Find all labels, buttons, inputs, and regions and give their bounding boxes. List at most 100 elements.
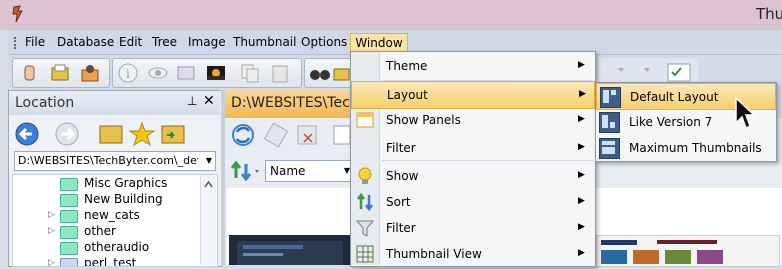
menu-item-label: Theme <box>386 59 428 73</box>
menu-item-show[interactable]: Show ▶ <box>351 163 593 189</box>
submenu-item-label: Like Version 7 <box>629 115 713 129</box>
menu-edit[interactable]: Edit <box>116 35 145 49</box>
folder-icon <box>60 194 78 207</box>
tree-item[interactable]: ▷ other <box>13 224 203 240</box>
copy-icon[interactable] <box>239 62 261 84</box>
submenu-arrow-icon: ▶ <box>579 89 586 99</box>
menu-thumbnail[interactable]: Thumbnail <box>230 35 299 49</box>
sort-field-value: Name <box>270 164 306 178</box>
submenu-item-label: Maximum Thumbnails <box>629 141 762 155</box>
menu-item-label: Thumbnail View <box>386 247 482 261</box>
menu-item-label: Sort <box>386 195 411 209</box>
menu-item-label: Filter <box>386 221 416 235</box>
pin-icon[interactable]: ⊥ <box>187 94 197 108</box>
menu-item-label: Layout <box>387 88 428 102</box>
menu-item-thumbnail-view[interactable]: Thumbnail View ▶ <box>351 241 593 267</box>
menu-file[interactable]: File <box>22 35 48 49</box>
funnel-icon <box>355 219 375 237</box>
grid-icon <box>356 245 374 263</box>
expand-icon[interactable]: ▷ <box>48 258 55 266</box>
path-combobox[interactable]: D:\WEBSITES\TechByter.com\_develc ▼ <box>14 151 216 171</box>
expand-icon[interactable]: ▷ <box>48 226 55 236</box>
tree-item-label: New Building <box>84 192 163 206</box>
app-icon <box>10 5 26 23</box>
menu-item-sort[interactable]: Sort ▶ <box>351 189 593 215</box>
hand-icon[interactable] <box>19 62 41 84</box>
tree-item-label: other <box>84 224 116 238</box>
landscape-icon[interactable] <box>205 62 227 84</box>
tree-item[interactable]: otheraudio <box>13 240 203 256</box>
menu-item-theme[interactable]: Theme ▶ <box>351 53 593 79</box>
menu-item-show-panels[interactable]: Show Panels ▶ <box>351 107 593 133</box>
menu-item-layout[interactable]: Layout ▶ <box>351 81 595 109</box>
toolbar-group-2: i <box>112 58 302 88</box>
menu-grip[interactable] <box>14 37 18 49</box>
menu-image[interactable]: Image <box>185 35 229 49</box>
svg-text:i: i <box>126 67 130 81</box>
window-title: Thu <box>756 5 782 23</box>
tree-item[interactable]: New Building <box>13 192 203 208</box>
submenu-arrow-icon: ▶ <box>578 222 585 232</box>
folder-icon <box>60 258 78 266</box>
lightbulb-icon <box>356 167 374 185</box>
submenu-arrow-icon: ▶ <box>578 170 585 180</box>
submenu-arrow-icon: ▶ <box>578 196 585 206</box>
tree-scrollbar[interactable] <box>200 175 216 265</box>
menu-item-label: Show <box>386 169 419 183</box>
submenu-arrow-icon: ▶ <box>578 248 585 258</box>
layout-icon <box>600 87 621 108</box>
folder-tab-label: D:\WEBSITES\TechB <box>231 95 353 111</box>
menu-database[interactable]: Database <box>54 35 117 49</box>
sort-field-select[interactable]: Name ▼ <box>265 160 355 182</box>
submenu-item-label: Default Layout <box>630 90 719 104</box>
submenu-arrow-icon: ▶ <box>578 142 585 152</box>
thumbnail[interactable] <box>229 235 351 265</box>
tree-item[interactable]: Misc Graphics <box>13 176 203 192</box>
expand-icon[interactable]: ▷ <box>48 210 55 220</box>
folder-tree: Misc Graphics New Building ▷ new_cats ▷ … <box>12 174 218 267</box>
mouse-cursor-icon <box>735 96 757 131</box>
submenu-arrow-icon: ▶ <box>578 114 585 124</box>
tree-item[interactable]: ▷ perl_test <box>13 256 203 267</box>
submenu-arrow-icon: ▶ <box>578 60 585 70</box>
menu-item-label: Show Panels <box>386 113 461 127</box>
menu-item-filter-2[interactable]: Filter ▶ <box>351 215 593 241</box>
tree-item-label: otheraudio <box>84 240 150 254</box>
menu-tree[interactable]: Tree <box>149 35 180 49</box>
location-toolbar <box>12 120 218 150</box>
close-icon[interactable]: ✕ <box>203 93 215 109</box>
tree-item[interactable]: ▷ new_cats <box>13 208 203 224</box>
paste-icon[interactable] <box>269 62 291 84</box>
title-bar <box>0 0 782 30</box>
thumbnail-toolbar <box>228 120 353 150</box>
folders-icon[interactable] <box>49 62 71 84</box>
panel-icon <box>356 111 374 129</box>
folder-icon <box>60 178 78 191</box>
tree-item-label: Misc Graphics <box>84 176 168 190</box>
layout-icon <box>599 138 620 159</box>
chevron-down-icon[interactable]: ▼ <box>206 152 212 170</box>
eye-icon[interactable] <box>147 62 169 84</box>
submenu-item-maximum-thumbnails[interactable]: Maximum Thumbnails <box>596 135 774 160</box>
menu-separator <box>382 160 593 161</box>
menu-options[interactable]: Options <box>298 35 350 49</box>
layout-icon <box>599 112 620 133</box>
tree-item-label: new_cats <box>84 208 140 222</box>
location-panel-title: Location <box>15 95 75 111</box>
binoculars-icon[interactable] <box>309 62 331 84</box>
tree-item-label: perl_test <box>84 256 137 267</box>
folder-icon <box>60 242 78 255</box>
menu-item-filter[interactable]: Filter ▶ <box>351 135 593 161</box>
sort-icon <box>356 192 374 212</box>
user-folder-icon[interactable] <box>79 62 101 84</box>
slideshow-icon[interactable] <box>175 62 197 84</box>
thumbnail[interactable] <box>596 235 780 267</box>
menu-window[interactable]: Window <box>350 33 408 53</box>
menu-item-label: Filter <box>386 141 416 155</box>
folder-icon <box>60 210 78 223</box>
info-icon[interactable]: i <box>117 62 139 84</box>
path-value: D:\WEBSITES\TechByter.com\_develc <box>18 154 198 167</box>
folder-icon <box>60 226 78 239</box>
toolbar-group-3 <box>304 58 354 88</box>
toolbar-group-1 <box>12 58 110 88</box>
